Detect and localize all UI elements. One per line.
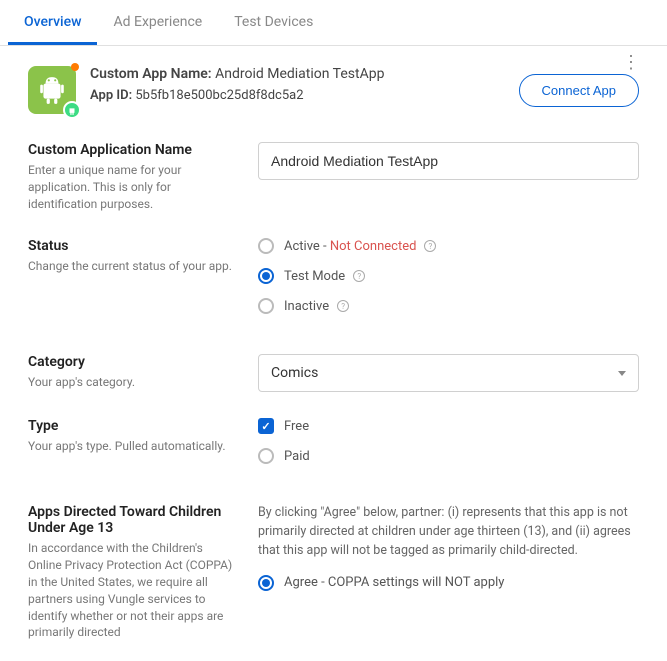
radio-inactive[interactable]: Inactive ? [258, 298, 639, 314]
category-value: Comics [271, 365, 318, 381]
coppa-agree-label: Agree - COPPA settings will NOT apply [284, 575, 504, 590]
tab-overview[interactable]: Overview [8, 0, 97, 45]
app-name-input[interactable] [258, 142, 639, 180]
help-icon[interactable]: ? [424, 240, 436, 252]
radio-test-mode[interactable]: Test Mode ? [258, 268, 639, 284]
radio-icon [258, 575, 274, 591]
radio-active[interactable]: Active - Not Connected ? [258, 238, 639, 254]
checkbox-icon [258, 418, 274, 434]
app-id-value: 5b5fb18e500bc25d8f8dc5a2 [135, 88, 303, 103]
radio-coppa-agree[interactable]: Agree - COPPA settings will NOT apply [258, 575, 639, 591]
tab-ad-experience[interactable]: Ad Experience [97, 0, 218, 45]
type-desc: Your app's type. Pulled automatically. [28, 438, 238, 455]
chevron-down-icon [618, 371, 626, 376]
section-status: Status Change the current status of your… [28, 238, 639, 328]
android-robot-icon [39, 75, 65, 105]
radio-paid: Paid [258, 448, 639, 464]
help-icon[interactable]: ? [353, 270, 365, 282]
coppa-paragraph: By clicking "Agree" below, partner: (i) … [258, 504, 639, 560]
type-paid-label: Paid [284, 449, 310, 464]
category-title: Category [28, 354, 238, 370]
app-header: ⋮ Custom App Name: Android Mediation Tes… [28, 66, 639, 114]
type-title: Type [28, 418, 238, 434]
category-select[interactable]: Comics [258, 354, 639, 392]
radio-icon [258, 238, 274, 254]
status-desc: Change the current status of your app. [28, 258, 238, 275]
tabs: Overview Ad Experience Test Devices [0, 0, 667, 46]
radio-label-active: Active - Not Connected [284, 239, 416, 254]
category-desc: Your app's category. [28, 374, 238, 391]
section-category: Category Your app's category. Comics [28, 354, 639, 392]
radio-label-inactive: Inactive [284, 299, 329, 314]
status-dot-icon [71, 63, 79, 71]
type-free-label: Free [284, 419, 309, 434]
status-title: Status [28, 238, 238, 254]
section-type: Type Your app's type. Pulled automatical… [28, 418, 639, 478]
radio-label-test-mode: Test Mode [284, 269, 345, 284]
radio-icon [258, 298, 274, 314]
android-platform-badge [63, 101, 81, 119]
app-name-desc: Enter a unique name for your application… [28, 162, 238, 212]
app-id-label: App ID: [90, 88, 132, 103]
section-coppa: Apps Directed Toward Children Under Age … [28, 504, 639, 641]
coppa-title: Apps Directed Toward Children Under Age … [28, 504, 238, 536]
help-icon[interactable]: ? [337, 300, 349, 312]
app-name-title: Custom Application Name [28, 142, 238, 158]
radio-icon [258, 448, 274, 464]
checkbox-free: Free [258, 418, 639, 434]
app-icon [28, 66, 76, 114]
kebab-menu-icon[interactable]: ⋮ [622, 52, 639, 73]
app-name-value: Android Mediation TestApp [215, 66, 384, 82]
app-name-label: Custom App Name: [90, 66, 212, 82]
connect-app-button[interactable]: Connect App [519, 74, 639, 107]
radio-icon [258, 268, 274, 284]
coppa-desc: In accordance with the Children's Online… [28, 540, 238, 641]
tab-test-devices[interactable]: Test Devices [218, 0, 329, 45]
section-app-name: Custom Application Name Enter a unique n… [28, 142, 639, 212]
